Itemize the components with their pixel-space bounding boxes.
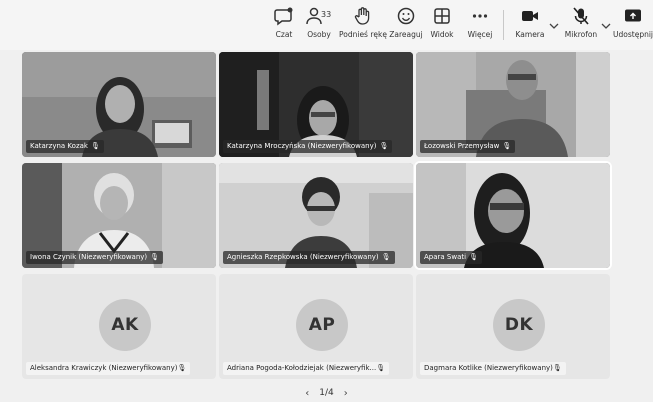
meeting-toolbar: Czat 33 Osoby Podnieś rękę Zareaguj Wido… xyxy=(0,0,653,50)
camera-options-chevron-down-icon[interactable] xyxy=(549,22,559,30)
participant-name: Apara Swati 🎙 xyxy=(420,251,482,264)
microphone-icon: 🎙 xyxy=(177,364,187,372)
people-label: Osoby xyxy=(307,30,331,39)
camera-button[interactable]: Kamera xyxy=(514,6,546,46)
page-indicator: 1/4 xyxy=(319,388,334,398)
smiley-icon xyxy=(397,7,415,25)
react-label: Zareaguj xyxy=(389,30,423,39)
chat-label: Czat xyxy=(275,30,293,39)
share-label: Udostępnij xyxy=(613,30,653,39)
people-button[interactable]: 33 Osoby xyxy=(303,6,335,46)
next-page-button[interactable]: › xyxy=(344,388,348,399)
video-tile[interactable]: Katarzyna Mroczyńska (Niezweryfikowany) 🎙 xyxy=(219,52,413,157)
participant-name: Agnieszka Rzepkowska (Niezweryfikowany) 🎙 xyxy=(223,251,395,264)
video-camera-icon xyxy=(522,11,538,21)
microphone-icon: 🎙 xyxy=(552,364,562,372)
grid-view-icon xyxy=(434,8,450,24)
microphone-icon: 🎙 xyxy=(379,142,389,150)
react-button[interactable]: Zareaguj xyxy=(389,6,423,46)
microphone-off-icon xyxy=(573,7,589,25)
participant-name: Dagmara Kotlike (Niezweryfikowany)🎙 xyxy=(420,362,566,375)
avatar-tile[interactable]: AK Aleksandra Krawiczyk (Niezweryfikowan… xyxy=(22,274,216,379)
participant-name: Łozowski Przemysław 🎙 xyxy=(420,140,516,153)
participant-name: Katarzyna Kozak 🎙 xyxy=(26,140,104,153)
avatar: AP xyxy=(296,299,348,351)
video-tile[interactable]: Iwona Czynik (Niezweryfikowany) 🎙 xyxy=(22,163,216,268)
chat-button[interactable]: Czat xyxy=(271,6,297,46)
raise-hand-button[interactable]: Podnieś rękę xyxy=(339,6,388,46)
hand-icon xyxy=(354,7,370,25)
toolbar-divider xyxy=(503,10,504,40)
microphone-icon: 🎙 xyxy=(469,253,478,261)
video-tile[interactable]: Agnieszka Rzepkowska (Niezweryfikowany) 🎙 xyxy=(219,163,413,268)
raise-hand-label: Podnieś rękę xyxy=(339,30,388,39)
more-label: Więcej xyxy=(467,30,493,39)
chat-icon xyxy=(274,7,293,26)
microphone-icon: 🎙 xyxy=(502,142,512,150)
participant-name: Iwona Czynik (Niezweryfikowany) 🎙 xyxy=(26,251,164,264)
mic-label: Mikrofon xyxy=(564,30,598,39)
video-tile[interactable]: Łozowski Przemysław 🎙 xyxy=(416,52,610,157)
video-tile-active-speaker[interactable]: Apara Swati 🎙 xyxy=(414,161,612,270)
microphone-icon: 🎙 xyxy=(150,253,160,261)
camera-label: Kamera xyxy=(515,30,545,39)
avatar-tile[interactable]: DK Dagmara Kotlike (Niezweryfikowany)🎙 xyxy=(416,274,610,379)
pagination: ‹ 1/4 › xyxy=(0,384,653,402)
share-button[interactable]: Udostępnij xyxy=(613,6,653,46)
ellipsis-icon xyxy=(472,14,488,18)
share-screen-icon xyxy=(625,9,641,22)
microphone-icon: 🎙 xyxy=(381,253,391,261)
participant-name: Aleksandra Krawiczyk (Niezweryfikowany)🎙 xyxy=(26,362,191,375)
mic-button[interactable]: Mikrofon xyxy=(563,6,599,46)
microphone-icon: 🎙 xyxy=(90,142,100,150)
view-label: Widok xyxy=(430,30,454,39)
microphone-icon: 🎙 xyxy=(376,364,386,372)
video-tile[interactable]: Katarzyna Kozak 🎙 xyxy=(22,52,216,157)
avatar: AK xyxy=(99,299,151,351)
mic-options-chevron-down-icon[interactable] xyxy=(601,22,611,30)
previous-page-button[interactable]: ‹ xyxy=(305,388,309,399)
avatar-tile[interactable]: AP Adriana Pogoda-Kołodziejak (Niezweryf… xyxy=(219,274,413,379)
view-button[interactable]: Widok xyxy=(428,6,456,46)
people-count: 33 xyxy=(321,10,332,19)
participant-name: Adriana Pogoda-Kołodziejak (Niezweryfik.… xyxy=(223,362,390,375)
more-button[interactable]: Więcej xyxy=(465,6,495,46)
participant-name: Katarzyna Mroczyńska (Niezweryfikowany) 🎙 xyxy=(223,140,393,153)
avatar: DK xyxy=(493,299,545,351)
